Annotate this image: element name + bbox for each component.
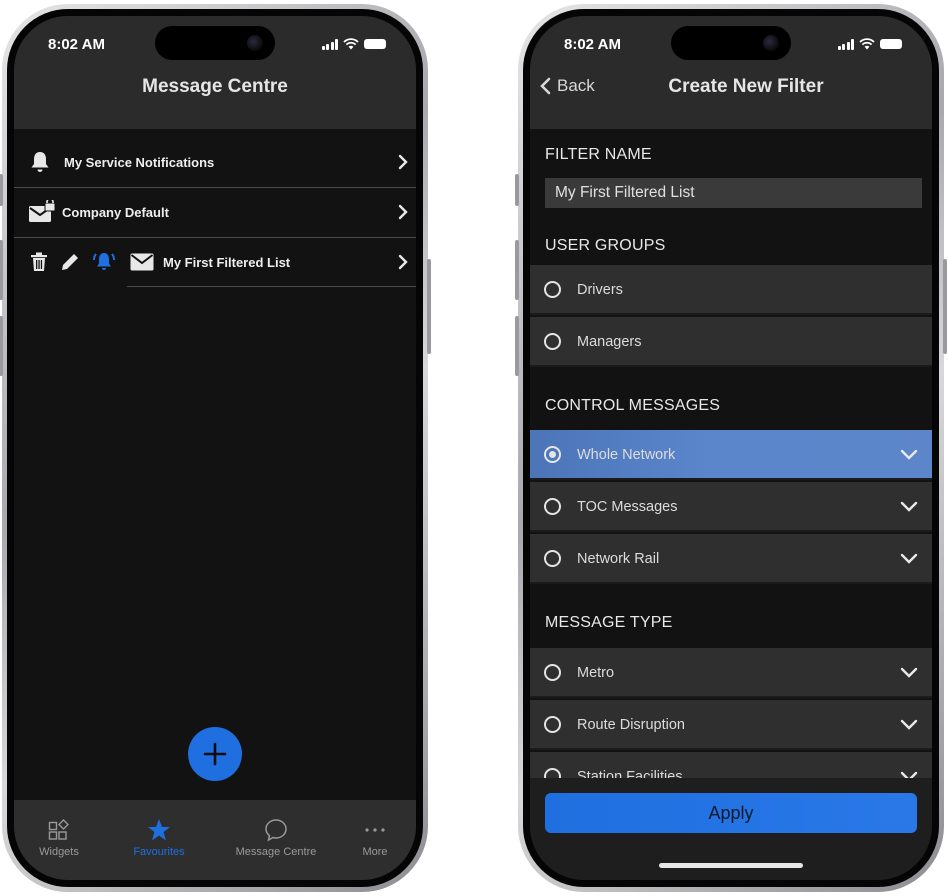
volume-up-button (515, 240, 519, 300)
screen: 8:02 AM Message Centre My Service Notifi… (14, 16, 416, 880)
option-whole-network[interactable]: Whole Network (530, 430, 932, 480)
option-label: Whole Network (577, 447, 676, 463)
volume-down-button (0, 316, 3, 376)
tab-more[interactable]: More (330, 818, 416, 858)
star-icon (148, 819, 170, 841)
camera-icon (763, 35, 779, 51)
filter-name-heading: FILTER NAME (545, 146, 652, 163)
list-item-company-default[interactable]: Company Default (14, 187, 416, 237)
user-groups-heading: USER GROUPS (545, 237, 666, 254)
dynamic-island (671, 26, 791, 60)
screen: 8:02 AM Back Create New Filter FILTER NA… (530, 16, 932, 880)
list-item-service-notifications[interactable]: My Service Notifications (14, 137, 416, 187)
option-drivers[interactable]: Drivers (530, 265, 932, 315)
option-toc-messages[interactable]: TOC Messages (530, 482, 932, 532)
option-managers[interactable]: Managers (530, 317, 932, 367)
radio-icon (544, 550, 561, 567)
chevron-right-icon (398, 154, 408, 170)
back-label: Back (557, 76, 595, 95)
option-label: TOC Messages (577, 499, 678, 515)
status-time: 8:02 AM (48, 36, 105, 53)
signal-icon (837, 38, 854, 50)
back-button[interactable]: Back (540, 76, 595, 96)
chevron-right-icon (398, 254, 408, 270)
tab-message-centre[interactable]: Message Centre (231, 818, 321, 858)
option-label: Drivers (577, 282, 623, 298)
radio-icon (544, 716, 561, 733)
divider (127, 286, 416, 287)
phone-create-new-filter: 8:02 AM Back Create New Filter FILTER NA… (515, 4, 947, 892)
bell-icon (31, 152, 49, 172)
tab-widgets[interactable]: Widgets (14, 818, 104, 858)
power-button (943, 259, 947, 354)
tab-label: Message Centre (235, 846, 317, 858)
action-button (515, 174, 519, 206)
option-metro[interactable]: Metro (530, 648, 932, 698)
option-label: Network Rail (577, 551, 660, 567)
volume-up-button (0, 240, 3, 300)
tab-label: Favourites (133, 846, 185, 858)
envelope-icon (130, 253, 154, 271)
radio-icon (544, 333, 561, 350)
radio-selected-icon (544, 446, 561, 463)
radio-icon (544, 281, 561, 298)
power-button (427, 259, 431, 354)
battery-icon (880, 39, 902, 49)
tab-label: Widgets (39, 846, 79, 858)
camera-icon (247, 35, 263, 51)
chevron-down-icon[interactable] (900, 449, 918, 460)
radio-icon (544, 664, 561, 681)
message-type-heading: MESSAGE TYPE (545, 614, 673, 631)
option-label: Metro (577, 665, 615, 681)
volume-down-button (515, 316, 519, 376)
signal-icon (321, 38, 338, 50)
radio-icon (544, 498, 561, 515)
option-label: Route Disruption (577, 717, 685, 733)
plus-icon (203, 742, 227, 766)
list-item-label: My First Filtered List (163, 254, 291, 270)
envelope-lock-icon (29, 200, 56, 222)
list-item-label: My Service Notifications (64, 154, 215, 170)
home-indicator[interactable] (659, 863, 803, 868)
option-route-disruption[interactable]: Route Disruption (530, 700, 932, 750)
battery-icon (364, 39, 386, 49)
tab-bar: Widgets Favourites Message Centre More (14, 800, 416, 880)
chevron-down-icon[interactable] (900, 667, 918, 678)
control-messages-heading: CONTROL MESSAGES (545, 397, 721, 414)
wifi-icon (343, 38, 359, 50)
phone-message-centre: 8:02 AM Message Centre My Service Notifi… (0, 4, 431, 892)
status-icons (321, 36, 386, 52)
widgets-icon (48, 819, 69, 840)
status-icons (837, 36, 902, 52)
chevron-left-icon (540, 77, 551, 95)
chevron-right-icon (398, 204, 408, 220)
filter-name-input[interactable]: My First Filtered List (545, 178, 922, 208)
list-item-first-filtered-list[interactable]: My First Filtered List (14, 237, 416, 287)
list-item-label: Company Default (62, 204, 169, 220)
trash-icon[interactable] (30, 252, 48, 272)
tab-label: More (362, 846, 388, 858)
wifi-icon (859, 38, 875, 50)
status-time: 8:02 AM (564, 36, 621, 53)
chevron-down-icon[interactable] (900, 501, 918, 512)
add-filter-button[interactable] (188, 727, 242, 781)
dynamic-island (155, 26, 275, 60)
apply-button[interactable]: Apply (545, 793, 917, 833)
ellipsis-icon (365, 828, 385, 832)
chevron-down-icon[interactable] (900, 553, 918, 564)
action-button (0, 174, 3, 206)
page-title: Message Centre (142, 76, 288, 97)
page-title: Create New Filter (668, 76, 824, 97)
tab-favourites[interactable]: Favourites (114, 818, 204, 858)
chevron-down-icon[interactable] (900, 719, 918, 730)
pencil-icon[interactable] (60, 252, 80, 272)
option-network-rail[interactable]: Network Rail (530, 534, 932, 584)
chat-bubble-icon (265, 819, 287, 842)
option-label: Managers (577, 334, 642, 350)
ringing-bell-icon[interactable] (92, 251, 116, 273)
